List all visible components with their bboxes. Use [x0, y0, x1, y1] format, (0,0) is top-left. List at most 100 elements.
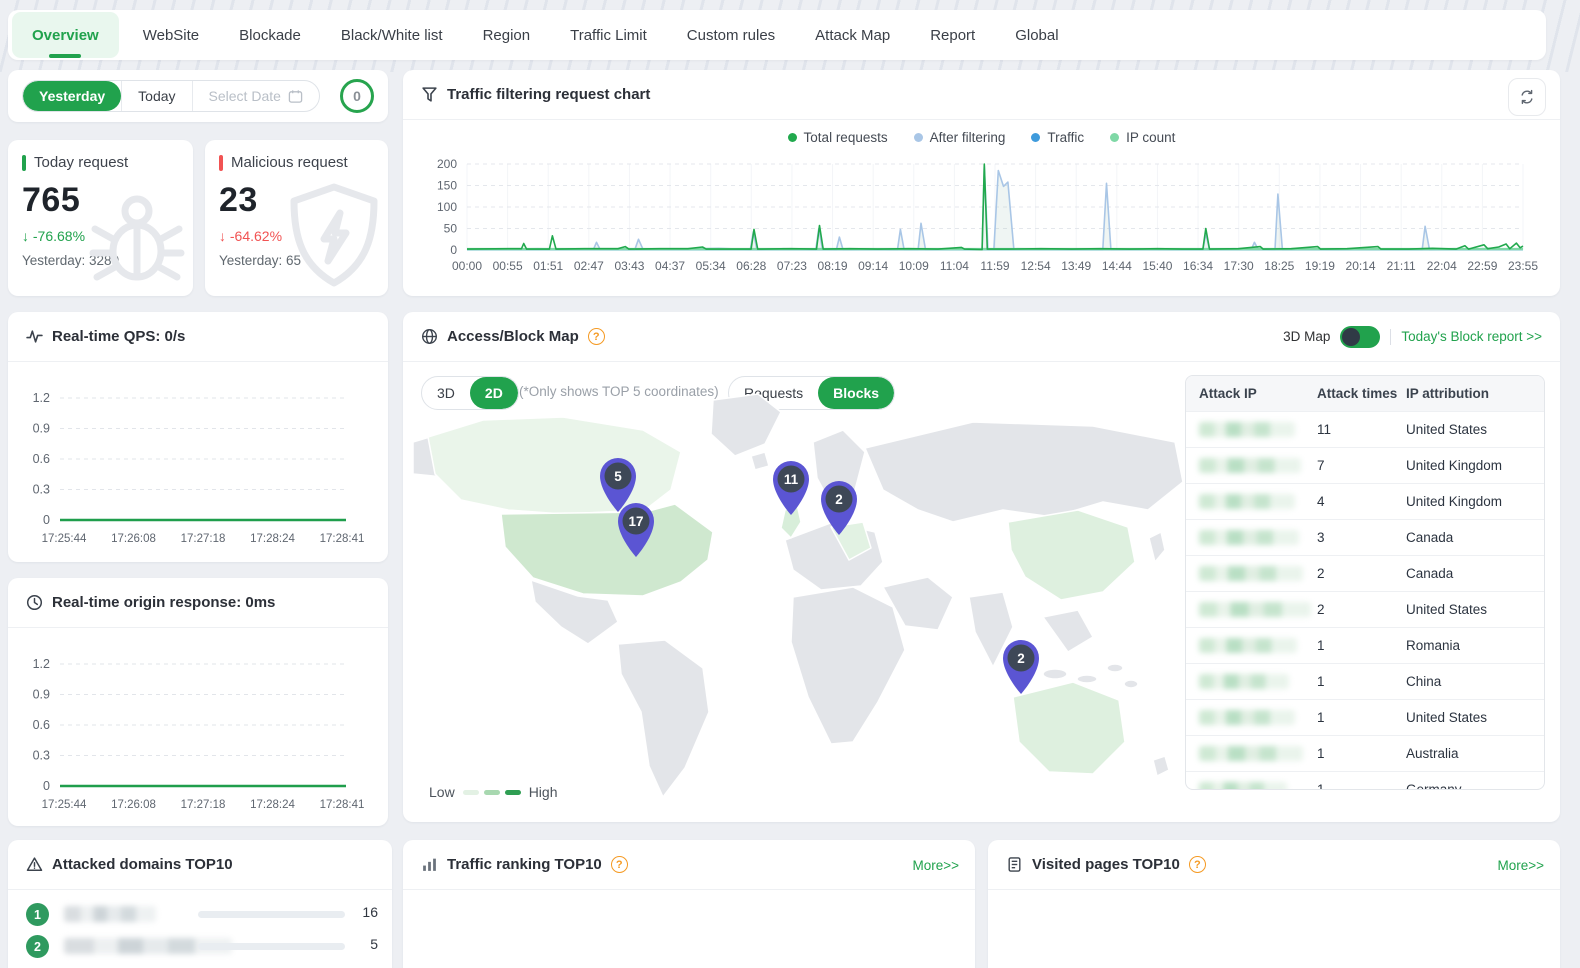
legend-item-total-requests[interactable]: Total requests: [788, 130, 888, 145]
origin-response-title: Real-time origin response: 0ms: [52, 594, 275, 611]
blurred-attack-ip: [1199, 422, 1295, 437]
svg-text:22:59: 22:59: [1467, 259, 1497, 273]
svg-text:13:49: 13:49: [1061, 259, 1091, 273]
blurred-attack-ip: [1199, 566, 1303, 581]
svg-text:17:27:18: 17:27:18: [181, 533, 226, 545]
map-pin-marker[interactable]: 2: [817, 479, 861, 542]
legend-label: Total requests: [804, 130, 888, 145]
bug-icon: [83, 181, 191, 296]
attack-table-row: 11United States: [1186, 412, 1544, 448]
bar-chart-icon: [421, 856, 438, 873]
map-se-asia: [1043, 610, 1093, 652]
heat-legend-high-label: High: [529, 784, 558, 800]
yesterday-button[interactable]: Yesterday: [23, 81, 121, 111]
attack-table-row: 1Romania: [1186, 628, 1544, 664]
svg-text:0.3: 0.3: [33, 749, 50, 763]
legend-item-traffic[interactable]: Traffic: [1031, 130, 1084, 145]
ip-attribution-cell: United States: [1406, 710, 1544, 725]
tab-custom-rules[interactable]: Custom rules: [667, 10, 795, 60]
funnel-icon: [421, 86, 438, 103]
select-date-input[interactable]: Select Date: [192, 81, 319, 111]
map-pin-marker[interactable]: 11: [769, 459, 813, 522]
svg-text:21:11: 21:11: [1387, 259, 1416, 273]
svg-text:11: 11: [784, 472, 799, 487]
svg-text:150: 150: [437, 179, 457, 193]
tab-overview[interactable]: Overview: [12, 12, 119, 58]
map-pin-marker[interactable]: 17: [614, 501, 658, 564]
svg-text:20:14: 20:14: [1346, 259, 1376, 273]
attack-times-cell: 1: [1317, 746, 1406, 761]
attack-count-value: 16: [362, 904, 378, 920]
legend-item-after-filtering[interactable]: After filtering: [914, 130, 1006, 145]
visited-pages-more-link[interactable]: More>>: [1497, 840, 1544, 890]
attack-table-row: 2United States: [1186, 592, 1544, 628]
ip-attribution-cell: United States: [1406, 422, 1544, 437]
visited-pages-help-icon[interactable]: ?: [1189, 856, 1206, 873]
svg-text:50: 50: [444, 222, 458, 236]
traffic-ranking-help-icon[interactable]: ?: [611, 856, 628, 873]
map-help-icon[interactable]: ?: [588, 328, 605, 345]
svg-text:0.6: 0.6: [33, 452, 50, 466]
svg-text:17:28:41: 17:28:41: [320, 533, 365, 545]
svg-text:0: 0: [450, 243, 457, 257]
globe-icon: [421, 328, 438, 345]
blurred-attack-ip: [1199, 530, 1299, 545]
traffic-ranking-more-link[interactable]: More>>: [912, 840, 959, 890]
map-3d-toggle[interactable]: [1340, 326, 1380, 348]
svg-text:200: 200: [437, 157, 457, 171]
ip-attribution-cell: China: [1406, 674, 1544, 689]
svg-text:03:43: 03:43: [614, 259, 644, 273]
toggle-knob: [1342, 328, 1360, 346]
map-header: Access/Block Map ? 3D Map Today's Block …: [403, 312, 1560, 362]
map-new-zealand: [1153, 756, 1169, 776]
blurred-attack-ip: [1199, 674, 1289, 689]
svg-text:16:34: 16:34: [1183, 259, 1213, 273]
attack-times-cell: 1: [1317, 710, 1406, 725]
dashboard-page: OverviewWebSiteBlockadeBlack/White listR…: [0, 0, 1580, 968]
svg-text:2: 2: [1017, 651, 1025, 666]
svg-text:04:37: 04:37: [655, 259, 685, 273]
today-request-title-row: Today request: [22, 154, 179, 171]
document-icon: [1006, 856, 1023, 873]
world-map: [413, 382, 1183, 802]
tab-blockade[interactable]: Blockade: [219, 10, 321, 60]
attack-table-row: 1Australia: [1186, 736, 1544, 772]
map-south-america: [618, 640, 709, 797]
attacked-domains-header: Attacked domains TOP10: [8, 840, 392, 890]
refresh-button[interactable]: [1508, 78, 1546, 116]
svg-text:00:00: 00:00: [452, 259, 482, 273]
malicious-request-card: Malicious request 23 ↓ -64.62% Yesterday…: [205, 140, 388, 296]
svg-text:0.3: 0.3: [33, 483, 50, 497]
map-russia-asia: [865, 422, 1183, 522]
legend-item-ip-count[interactable]: IP count: [1110, 130, 1175, 145]
svg-text:11:59: 11:59: [980, 259, 1009, 273]
green-accent-bar: [22, 155, 26, 171]
clock-icon: [26, 594, 43, 611]
tab-report[interactable]: Report: [910, 10, 995, 60]
svg-text:12:54: 12:54: [1021, 259, 1051, 273]
calendar-icon: [288, 89, 303, 104]
tab-global[interactable]: Global: [995, 10, 1078, 60]
attacked-domain-row: 116: [8, 900, 392, 930]
blurred-attack-ip: [1199, 638, 1297, 653]
tab-website[interactable]: WebSite: [123, 10, 219, 60]
traffic-ranking-panel: Traffic ranking TOP10 ? More>>: [403, 840, 975, 968]
ip-attribution-cell: Australia: [1406, 746, 1544, 761]
map-pin-marker[interactable]: 2: [999, 638, 1043, 701]
heat-swatch: [505, 790, 521, 795]
svg-text:14:44: 14:44: [1102, 259, 1132, 273]
today-button[interactable]: Today: [121, 81, 191, 111]
svg-text:0.9: 0.9: [33, 422, 50, 436]
todays-block-report-link[interactable]: Today's Block report >>: [1401, 329, 1542, 344]
attack-table-row: 1Germany: [1186, 772, 1544, 790]
svg-text:17:25:44: 17:25:44: [42, 799, 87, 811]
tab-traffic-limit[interactable]: Traffic Limit: [550, 10, 667, 60]
tab-black-white-list[interactable]: Black/White list: [321, 10, 463, 60]
visited-pages-title: Visited pages TOP10: [1032, 856, 1180, 873]
tab-attack-map[interactable]: Attack Map: [795, 10, 910, 60]
map-china: [1008, 510, 1135, 600]
tab-region[interactable]: Region: [463, 10, 551, 60]
red-accent-bar: [219, 155, 223, 171]
svg-text:23:55: 23:55: [1508, 259, 1538, 273]
date-range-segmented: Yesterday Today Select Date: [22, 80, 320, 112]
